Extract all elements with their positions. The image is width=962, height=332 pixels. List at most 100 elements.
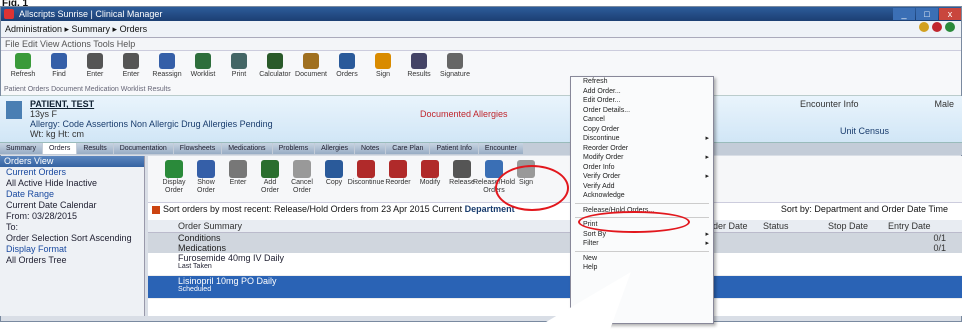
toolbar-button[interactable]: Orders — [329, 51, 365, 95]
view-option[interactable]: Current Orders — [0, 167, 144, 178]
tab-documentation[interactable]: Documentation — [113, 143, 173, 154]
context-menu-item[interactable]: Cancel — [571, 115, 713, 125]
patient-demographics: 13ys F — [30, 109, 58, 119]
orders-toolbar-button[interactable]: Reorder — [382, 156, 414, 202]
context-menu-item[interactable]: Verify Add — [571, 182, 713, 192]
tab-encounter[interactable]: Encounter — [478, 143, 523, 154]
toolbar-label: Release — [449, 179, 475, 186]
context-menu-item[interactable]: Verify Order ▸ — [571, 172, 713, 182]
close-button[interactable]: x — [939, 8, 961, 20]
context-menu-item[interactable]: Add Order... — [571, 87, 713, 97]
context-menu-item[interactable]: Discontinue ▸ — [571, 134, 713, 144]
warning-icon — [152, 205, 160, 214]
tab-summary[interactable]: Summary — [0, 143, 42, 154]
toolbar-icon — [325, 160, 343, 178]
unit-census-link[interactable]: Unit Census — [840, 126, 889, 136]
orders-toolbar-button[interactable]: Enter — [222, 156, 254, 202]
from-date-field[interactable]: From: 03/28/2015 — [0, 211, 144, 222]
orders-toolbar-button[interactable]: Display Order — [158, 156, 190, 202]
view-option[interactable]: All Active Hide Inactive — [0, 178, 144, 189]
col-order-summary[interactable]: Order Summary — [178, 220, 242, 232]
note-text: Sort orders by most recent: Release/Hold… — [163, 204, 465, 214]
orders-toolbar-button[interactable]: Show Order — [190, 156, 222, 202]
toolbar-button[interactable]: Worklist — [185, 51, 221, 95]
tab-orders[interactable]: Orders — [42, 143, 77, 154]
toolbar-label: Signature — [440, 71, 470, 78]
orders-toolbar-button[interactable]: Add Order — [254, 156, 286, 202]
warning-icon[interactable] — [919, 22, 929, 32]
maximize-button[interactable]: □ — [916, 8, 938, 20]
toolbar-label: Refresh — [10, 71, 36, 78]
toolbar-caption: Patient Orders Document Medication Workl… — [4, 86, 171, 93]
toolbar-icon — [411, 53, 427, 69]
context-menu-item[interactable]: Acknowledge — [571, 191, 713, 201]
toolbar-button[interactable]: Sign — [365, 51, 401, 95]
window-buttons: _ □ x — [892, 7, 961, 21]
highlight-ring-menu — [578, 211, 690, 233]
toolbar-icon — [159, 53, 175, 69]
patient-photo-icon — [6, 101, 22, 119]
toolbar-label: Modify — [419, 179, 441, 186]
section-count: 0/1 — [933, 243, 946, 253]
toolbar-icon — [339, 53, 355, 69]
menu-separator — [575, 250, 709, 252]
orders-toolbar-button[interactable]: Copy — [318, 156, 350, 202]
grid-section[interactable]: Medications 0/1 — [148, 243, 962, 253]
toolbar-icon — [261, 160, 279, 178]
toolbar-button[interactable]: Results — [401, 51, 437, 95]
orders-toolbar-button[interactable]: Modify — [414, 156, 446, 202]
context-menu-item[interactable]: Modify Order ▸ — [571, 153, 713, 163]
orders-toolbar-button[interactable]: Discontinue — [347, 156, 385, 202]
context-menu-item[interactable]: Edit Order... — [571, 96, 713, 106]
toolbar-button[interactable]: Document — [293, 51, 329, 95]
tab-allergies[interactable]: Allergies — [315, 143, 354, 154]
toolbar-icon — [267, 53, 283, 69]
window-title: Allscripts Sunrise | Clinical Manager — [19, 9, 163, 19]
tab-problems[interactable]: Problems — [272, 143, 315, 154]
tab-results[interactable]: Results — [77, 143, 113, 154]
go-icon[interactable] — [945, 22, 955, 32]
tab-patient-info[interactable]: Patient Info — [430, 143, 478, 154]
context-menu-item[interactable]: Refresh — [571, 77, 713, 87]
address-bar[interactable]: Administration ▸ Summary ▸ Orders — [1, 21, 961, 38]
stop-icon[interactable] — [932, 22, 942, 32]
sort-by-label: Sort by: Department and Order Date Time — [780, 204, 948, 214]
menu-bar[interactable]: File Edit View Actions Tools Help — [1, 38, 961, 51]
patient-name[interactable]: PATIENT, TEST — [30, 99, 94, 109]
context-menu-item[interactable]: Order Details... — [571, 106, 713, 116]
toolbar-label: Enter — [86, 71, 104, 78]
context-menu-item[interactable]: Order Info — [571, 163, 713, 173]
toolbar-label: Discontinue — [347, 179, 385, 186]
view-option[interactable]: Current Date Calendar — [0, 200, 144, 211]
menu-item-label: Add Order... — [583, 87, 621, 95]
col-stop-date[interactable]: Stop Date — [828, 220, 868, 232]
tab-flowsheets[interactable]: Flowsheets — [173, 143, 222, 154]
to-date-field[interactable]: To: — [0, 222, 144, 233]
context-menu-item[interactable]: Reorder Order — [571, 144, 713, 154]
tab-medications[interactable]: Medications — [222, 143, 272, 154]
grid-section[interactable]: Conditions 0/1 — [148, 233, 962, 243]
toolbar-button[interactable]: Signature — [437, 51, 473, 95]
col-status[interactable]: Status — [763, 220, 789, 232]
toolbar-label: Cancel Order — [291, 179, 313, 194]
patient-banner: PATIENT, TEST 13ys F Allergy: Code Asser… — [0, 96, 962, 143]
display-format-select[interactable]: All Orders Tree — [0, 255, 144, 266]
context-menu-item[interactable]: Copy Order — [571, 125, 713, 135]
view-option[interactable]: Date Range — [0, 189, 144, 200]
toolbar-button[interactable]: Print — [221, 51, 257, 95]
minimize-button[interactable]: _ — [893, 8, 915, 20]
chart-tabs: Summary Orders Results Documentation Flowshe… — [0, 143, 962, 155]
toolbar-icon — [453, 160, 471, 178]
col-entry-date[interactable]: Entry Date — [888, 220, 931, 232]
context-menu-item[interactable]: New — [571, 254, 713, 264]
toolbar-button[interactable]: Calculator — [257, 51, 293, 95]
toolbar-label: Display Order — [162, 179, 186, 194]
toolbar-label: Show Order — [197, 179, 215, 194]
menu-item-label: Cancel — [583, 116, 605, 123]
tab-notes[interactable]: Notes — [355, 143, 386, 154]
tab-care-plan[interactable]: Care Plan — [386, 143, 430, 154]
address-actions — [919, 22, 955, 32]
context-menu-item[interactable]: Filter ▸ — [571, 239, 713, 249]
orders-toolbar-button[interactable]: Cancel Order — [286, 156, 318, 202]
order-selection-option[interactable]: Order Selection Sort Ascending — [0, 233, 144, 244]
